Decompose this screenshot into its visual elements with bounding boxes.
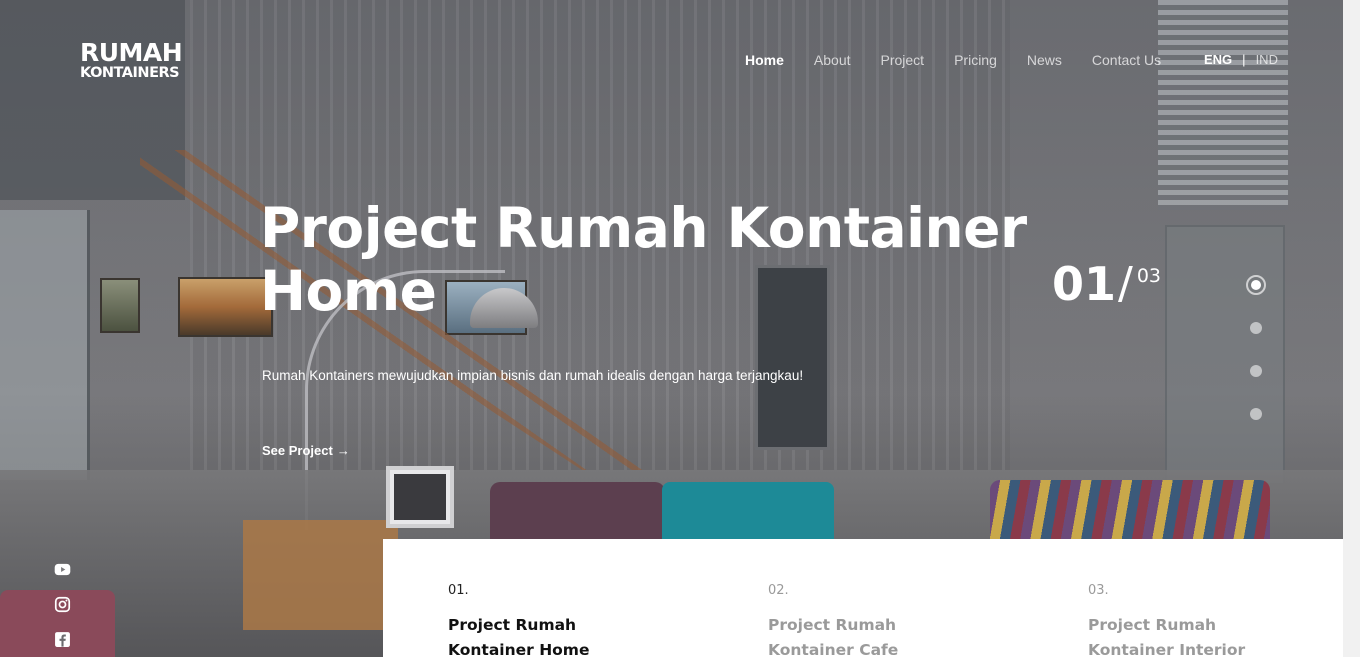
background-right-panel: [1165, 225, 1285, 485]
nav-item-about[interactable]: About: [814, 52, 851, 68]
nav-item-project[interactable]: Project: [881, 52, 925, 68]
background-vents: [1158, 0, 1288, 210]
lang-eng[interactable]: ENG: [1204, 52, 1232, 67]
nav-item-home[interactable]: Home: [745, 52, 784, 68]
facebook-icon: [55, 632, 70, 647]
projects-card: 01. Project Rumah Kontainer Home 02. Pro…: [383, 539, 1343, 657]
project-title: Project Rumah Kontainer Interior: [1088, 616, 1246, 657]
nav-item-pricing[interactable]: Pricing: [954, 52, 997, 68]
main-nav: Home About Project Pricing News Contact …: [745, 52, 1161, 68]
background-painting: [100, 278, 140, 333]
project-title: Project Rumah Kontainer Home: [448, 616, 590, 657]
youtube-icon: [54, 563, 71, 576]
background-painting: [178, 277, 273, 337]
language-switcher: ENG | IND: [1204, 52, 1278, 67]
slider-dot-2[interactable]: [1250, 322, 1262, 334]
brand-logo-line1: RUMAH: [80, 38, 183, 67]
project-number: 01.: [448, 583, 469, 598]
facebook-link[interactable]: [54, 631, 71, 648]
hero-description: Rumah Kontainers mewujudkan impian bisni…: [262, 368, 804, 383]
slide-counter-current: 01: [1052, 257, 1117, 311]
page-scrollbar[interactable]: [1343, 0, 1360, 657]
youtube-link[interactable]: [54, 561, 71, 578]
slider-dot-3[interactable]: [1250, 365, 1262, 377]
background-window: [0, 210, 90, 480]
see-project-link[interactable]: See Project →: [262, 443, 350, 458]
project-item-3[interactable]: 03. Project Rumah Kontainer Interior: [1088, 583, 1248, 657]
slider-dot-1[interactable]: [1246, 275, 1266, 295]
project-title: Project Rumah Kontainer Cafe: [768, 616, 899, 657]
nav-item-news[interactable]: News: [1027, 52, 1062, 68]
nav-item-contact-us[interactable]: Contact Us: [1092, 52, 1161, 68]
slider-dots: [1246, 275, 1266, 451]
arrow-right-icon: →: [336, 443, 350, 458]
hero-title: Project Rumah Kontainer Home: [260, 196, 1027, 323]
lang-ind[interactable]: IND: [1256, 52, 1278, 67]
slide-counter-total: 03: [1136, 265, 1162, 287]
slide-counter: 01 / 03: [1052, 258, 1161, 310]
background-table: [243, 520, 398, 630]
project-item-2[interactable]: 02. Project Rumah Kontainer Cafe: [768, 583, 928, 657]
project-number: 03.: [1088, 583, 1109, 598]
slide-counter-slash: /: [1118, 258, 1133, 309]
see-project-label: See Project: [262, 443, 333, 458]
brand-logo-line2: KONTAINERS: [80, 65, 180, 81]
brand-logo[interactable]: RUMAH KONTAINERS: [80, 38, 183, 81]
lang-separator: |: [1242, 52, 1246, 67]
project-number: 02.: [768, 583, 789, 598]
slider-dot-4[interactable]: [1250, 408, 1262, 420]
background-monitor: [386, 466, 454, 528]
social-links: [54, 561, 71, 648]
project-item-1[interactable]: 01. Project Rumah Kontainer Home: [448, 583, 608, 657]
instagram-link[interactable]: [54, 596, 71, 613]
instagram-icon: [54, 596, 71, 613]
